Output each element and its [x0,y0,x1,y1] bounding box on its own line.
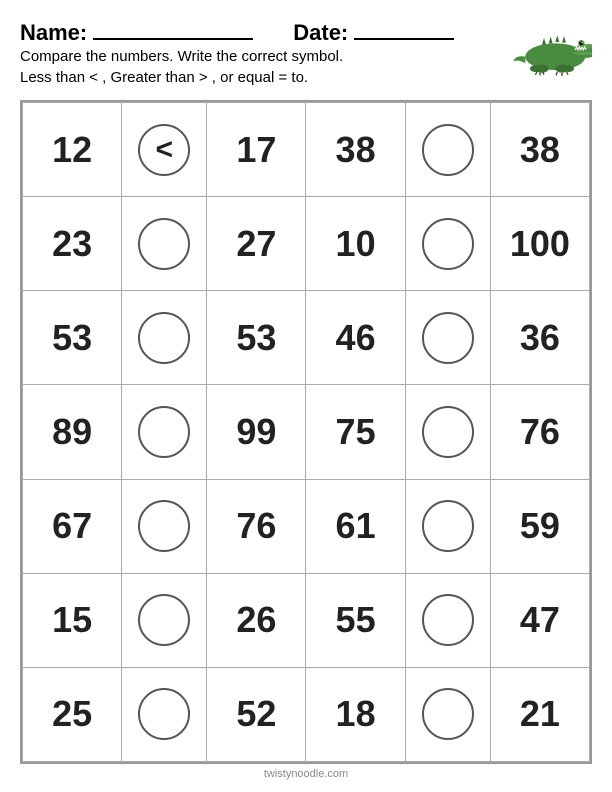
left-num1: 23 [23,197,122,291]
left-circle[interactable] [122,479,207,573]
right-circle[interactable] [405,103,490,197]
left-num1: 89 [23,385,122,479]
right-num2: 36 [490,291,589,385]
right-circle[interactable] [405,385,490,479]
left-symbol-circle[interactable] [138,688,190,740]
left-num2: 52 [207,667,306,761]
name-date: Name: Date: [20,18,454,46]
right-num2: 47 [490,573,589,667]
left-circle[interactable] [122,197,207,291]
right-symbol-circle[interactable] [422,124,474,176]
left-symbol-circle[interactable] [138,500,190,552]
right-circle[interactable] [405,197,490,291]
comparison-table-container: 12 < 17 38 38 23 27 10 100 53 [20,100,592,764]
right-symbol-circle[interactable] [422,406,474,458]
right-symbol-circle[interactable] [422,594,474,646]
right-num1: 61 [306,479,405,573]
right-num1: 46 [306,291,405,385]
right-symbol-circle[interactable] [422,688,474,740]
right-num2: 38 [490,103,589,197]
left-symbol-circle[interactable] [138,312,190,364]
header-row: Name: Date: Compare the numbers. Write t… [20,18,592,96]
alligator-icon [512,18,592,78]
left-num2: 53 [207,291,306,385]
left-circle[interactable] [122,385,207,479]
date-underline[interactable] [354,18,454,40]
right-num1: 38 [306,103,405,197]
left-num2: 17 [207,103,306,197]
comparison-table: 12 < 17 38 38 23 27 10 100 53 [22,102,590,762]
right-num2: 76 [490,385,589,479]
left-num2: 27 [207,197,306,291]
name-underline[interactable] [93,18,253,40]
right-symbol-circle[interactable] [422,312,474,364]
name-label: Name: [20,20,87,46]
right-num1: 10 [306,197,405,291]
left-num1: 25 [23,667,122,761]
left-circle[interactable]: < [122,103,207,197]
left-circle[interactable] [122,291,207,385]
instruction-line2: Less than < , Greater than > , or equal … [20,67,454,88]
right-circle[interactable] [405,479,490,573]
name-field: Name: [20,18,253,46]
left-symbol-circle[interactable]: < [138,124,190,176]
right-num2: 21 [490,667,589,761]
left-symbol-circle[interactable] [138,218,190,270]
right-num2: 59 [490,479,589,573]
page: Name: Date: Compare the numbers. Write t… [0,0,612,792]
right-num1: 18 [306,667,405,761]
left-num1: 15 [23,573,122,667]
right-num1: 75 [306,385,405,479]
instructions: Compare the numbers. Write the correct s… [20,46,454,88]
left-num2: 76 [207,479,306,573]
left-symbol-circle[interactable] [138,594,190,646]
left-num2: 26 [207,573,306,667]
left-num1: 53 [23,291,122,385]
date-label: Date: [293,20,348,46]
right-num1: 55 [306,573,405,667]
left-num2: 99 [207,385,306,479]
footer: twistynoodle.com [20,764,592,782]
name-date-area: Name: Date: Compare the numbers. Write t… [20,18,454,96]
right-symbol-circle[interactable] [422,218,474,270]
left-circle[interactable] [122,573,207,667]
left-num1: 67 [23,479,122,573]
instruction-line1: Compare the numbers. Write the correct s… [20,46,454,67]
footer-text: twistynoodle.com [264,768,348,780]
right-circle[interactable] [405,291,490,385]
left-symbol-circle[interactable] [138,406,190,458]
left-circle[interactable] [122,667,207,761]
right-circle[interactable] [405,667,490,761]
right-symbol-circle[interactable] [422,500,474,552]
date-field: Date: [293,18,454,46]
right-circle[interactable] [405,573,490,667]
left-num1: 12 [23,103,122,197]
right-num2: 100 [490,197,589,291]
